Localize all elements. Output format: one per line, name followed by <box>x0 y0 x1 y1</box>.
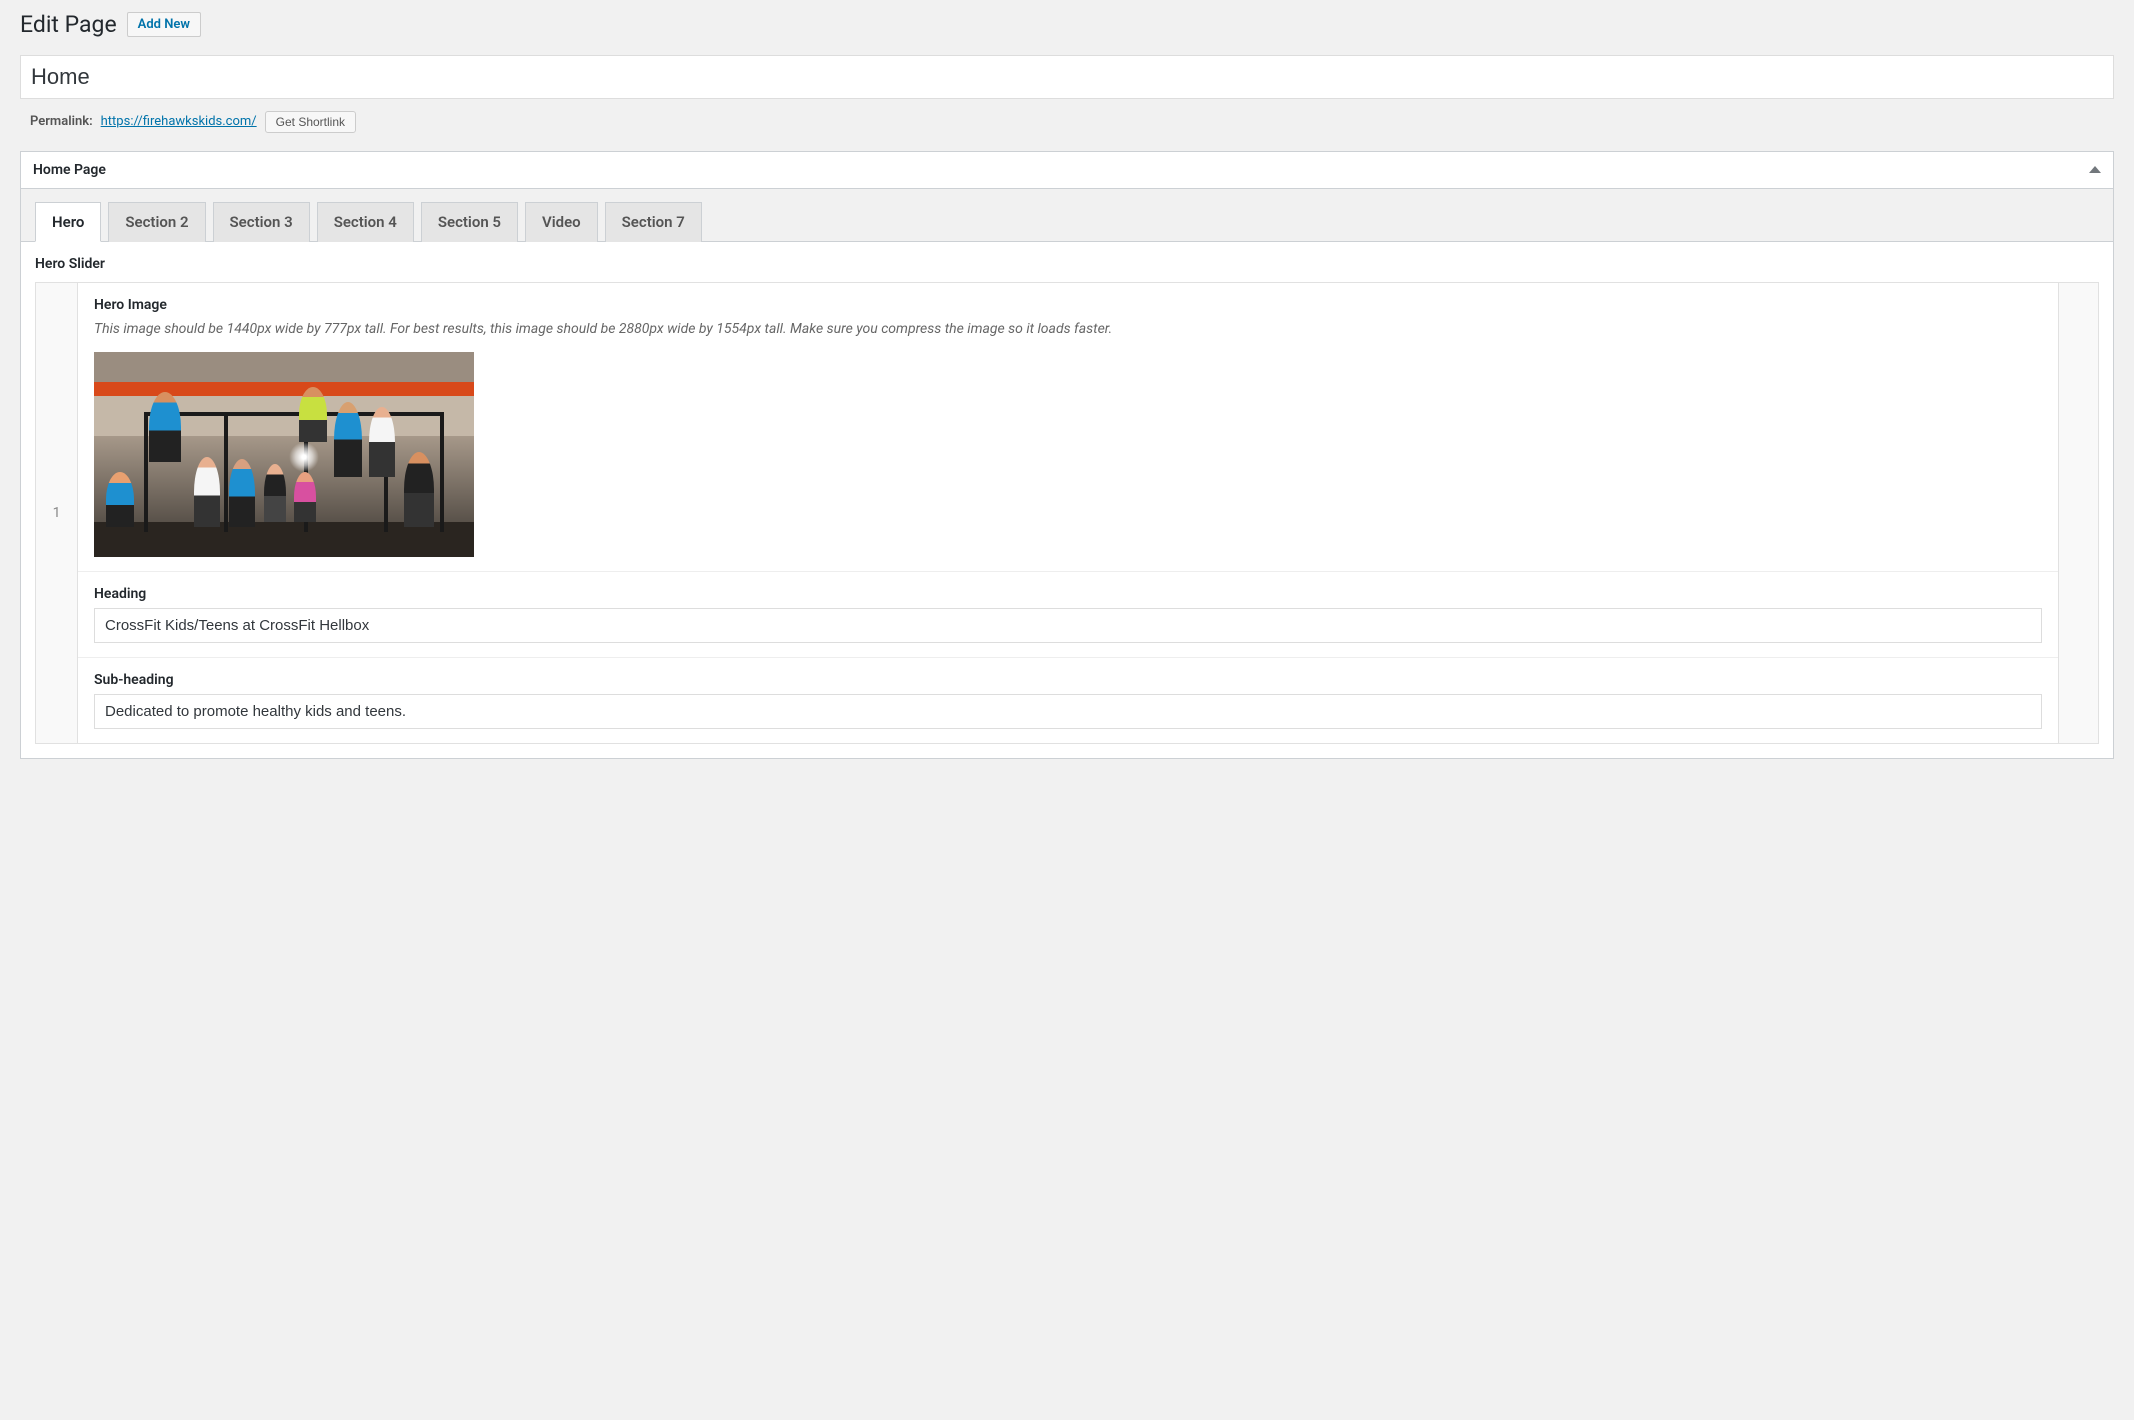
get-shortlink-button[interactable]: Get Shortlink <box>265 111 356 133</box>
hero-slider-label: Hero Slider <box>35 256 2099 272</box>
heading-label: Heading <box>94 586 2042 602</box>
tab-hero[interactable]: Hero <box>35 202 101 242</box>
tab-video[interactable]: Video <box>525 202 598 242</box>
repeater-row: 1 Hero Image This image should be 1440px… <box>35 282 2099 744</box>
post-title-input[interactable] <box>20 55 2114 99</box>
hero-image-description: This image should be 1440px wide by 777p… <box>94 319 2042 340</box>
tab-section-7[interactable]: Section 7 <box>605 202 702 242</box>
heading-input[interactable] <box>94 608 2042 643</box>
subheading-field: Sub-heading <box>78 658 2058 743</box>
collapse-toggle-icon[interactable] <box>2089 166 2101 173</box>
permalink-row: Permalink: https://firehawkskids.com/ Ge… <box>20 107 2114 151</box>
tab-section-4[interactable]: Section 4 <box>317 202 414 242</box>
permalink-url-link[interactable]: https://firehawkskids.com/ <box>101 114 257 129</box>
tabs-nav: Hero Section 2 Section 3 Section 4 Secti… <box>21 201 2113 241</box>
subheading-label: Sub-heading <box>94 672 2042 688</box>
subheading-input[interactable] <box>94 694 2042 729</box>
heading-field: Heading <box>78 572 2058 658</box>
tab-section-2[interactable]: Section 2 <box>108 202 205 242</box>
hero-image-label: Hero Image <box>94 297 2042 313</box>
postbox-title: Home Page <box>33 162 106 178</box>
home-page-postbox: Home Page Hero Section 2 Section 3 Secti… <box>20 151 2114 759</box>
tab-section-5[interactable]: Section 5 <box>421 202 518 242</box>
add-new-button[interactable]: Add New <box>127 12 201 37</box>
tab-section-3[interactable]: Section 3 <box>213 202 310 242</box>
hero-image-field: Hero Image This image should be 1440px w… <box>78 283 2058 572</box>
hero-image-thumbnail[interactable] <box>94 352 474 557</box>
row-actions-column <box>2058 283 2098 743</box>
row-number: 1 <box>36 283 78 743</box>
permalink-label: Permalink: <box>30 114 93 129</box>
page-title: Edit Page <box>20 10 117 40</box>
